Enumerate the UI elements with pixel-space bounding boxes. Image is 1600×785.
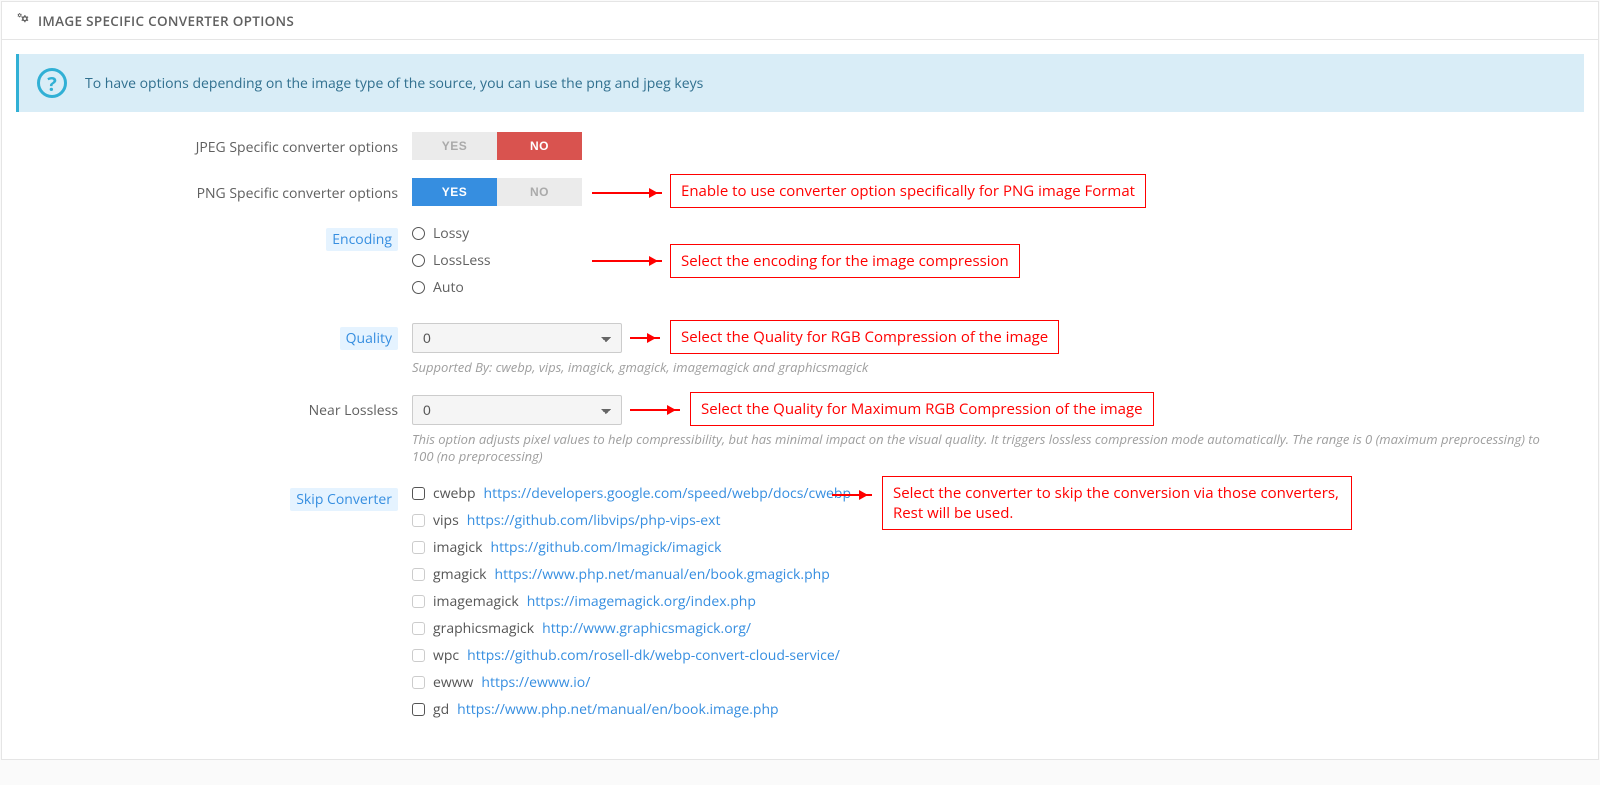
skip-label: Skip Converter — [290, 488, 398, 511]
png-yes-button[interactable]: YES — [412, 178, 497, 206]
converter-link[interactable]: https://imagemagick.org/index.php — [527, 592, 756, 611]
quality-select[interactable]: 0 — [412, 323, 622, 353]
encoding-auto[interactable]: Auto — [412, 278, 1584, 297]
converter-name: wpc — [433, 646, 459, 665]
jpeg-row: JPEG Specific converter options YES NO — [16, 132, 1584, 160]
panel-body: ? To have options depending on the image… — [2, 40, 1598, 759]
converter-link[interactable]: https://ewww.io/ — [481, 673, 590, 692]
info-text: To have options depending on the image t… — [85, 74, 703, 93]
jpeg-no-button[interactable]: NO — [497, 132, 582, 160]
skip-item: imagemagick https://imagemagick.org/index… — [412, 592, 1584, 611]
annotation-quality: Select the Quality for RGB Compression o… — [670, 320, 1059, 354]
checkbox — [412, 622, 425, 635]
converter-link[interactable]: https://github.com/libvips/php-vips-ext — [467, 511, 721, 530]
quality-label: Quality — [340, 327, 398, 350]
panel-title: IMAGE SPECIFIC CONVERTER OPTIONS — [38, 12, 294, 30]
quality-row: Quality 0 Supported By: cwebp, vips, ima… — [16, 323, 1584, 377]
checkbox[interactable] — [412, 703, 425, 716]
png-toggle[interactable]: YES NO — [412, 178, 582, 206]
jpeg-yes-button[interactable]: YES — [412, 132, 497, 160]
info-box: ? To have options depending on the image… — [16, 54, 1584, 112]
panel-header: IMAGE SPECIFIC CONVERTER OPTIONS — [2, 2, 1598, 40]
checkbox — [412, 676, 425, 689]
near-lossless-hint: This option adjusts pixel values to help… — [412, 431, 1552, 466]
checkbox — [412, 649, 425, 662]
radio-icon — [412, 281, 425, 294]
converter-name: gd — [433, 700, 449, 719]
skip-item: wpc https://github.com/rosell-dk/webp-con… — [412, 646, 1584, 665]
skip-item: imagick https://github.com/Imagick/imagic… — [412, 538, 1584, 557]
skip-item: graphicsmagick http://www.graphicsmagick.… — [412, 619, 1584, 638]
jpeg-label: JPEG Specific converter options — [16, 132, 412, 157]
annotation-encoding: Select the encoding for the image compre… — [670, 244, 1020, 278]
checkbox[interactable] — [412, 487, 425, 500]
converter-name: graphicsmagick — [433, 619, 534, 638]
arrow-icon — [630, 337, 660, 339]
converter-link[interactable]: https://www.php.net/manual/en/book.image… — [457, 700, 778, 719]
converter-link[interactable]: https://www.php.net/manual/en/book.gmagi… — [495, 565, 830, 584]
annotation-near-lossless: Select the Quality for Maximum RGB Compr… — [690, 392, 1154, 426]
annotation-png: Enable to use converter option specifica… — [670, 174, 1146, 208]
near-lossless-label: Near Lossless — [16, 395, 412, 420]
gears-icon — [17, 11, 32, 30]
encoding-label: Encoding — [326, 228, 398, 251]
near-lossless-row: Near Lossless 0 This option adjusts pixe… — [16, 395, 1584, 466]
jpeg-toggle[interactable]: YES NO — [412, 132, 582, 160]
converter-link[interactable]: https://github.com/rosell-dk/webp-conver… — [467, 646, 840, 665]
arrow-icon — [832, 494, 872, 496]
arrow-icon — [592, 260, 662, 262]
skip-item: ewww https://ewww.io/ — [412, 673, 1584, 692]
skip-item: gd https://www.php.net/manual/en/book.ima… — [412, 700, 1584, 719]
converter-link[interactable]: https://developers.google.com/speed/webp… — [484, 484, 852, 503]
skip-item: gmagick https://www.php.net/manual/en/boo… — [412, 565, 1584, 584]
near-lossless-select[interactable]: 0 — [412, 395, 622, 425]
encoding-lossy[interactable]: Lossy — [412, 224, 1584, 243]
arrow-icon — [592, 192, 662, 194]
settings-panel: IMAGE SPECIFIC CONVERTER OPTIONS ? To ha… — [1, 1, 1599, 760]
converter-name: gmagick — [433, 565, 487, 584]
checkbox — [412, 568, 425, 581]
converter-name: cwebp — [433, 484, 476, 503]
converter-name: vips — [433, 511, 459, 530]
checkbox — [412, 514, 425, 527]
converter-name: imagemagick — [433, 592, 519, 611]
png-row: PNG Specific converter options YES NO En… — [16, 178, 1584, 206]
annotation-skip: Select the converter to skip the convers… — [882, 476, 1352, 530]
skip-row: Skip Converter Select the converter to s… — [16, 484, 1584, 727]
converter-link[interactable]: http://www.graphicsmagick.org/ — [542, 619, 751, 638]
checkbox — [412, 541, 425, 554]
png-no-button[interactable]: NO — [497, 178, 582, 206]
radio-icon — [412, 227, 425, 240]
question-icon: ? — [37, 68, 67, 98]
png-label: PNG Specific converter options — [16, 178, 412, 203]
radio-icon — [412, 254, 425, 267]
encoding-row: Encoding Lossy LossLess Auto Select the … — [16, 224, 1584, 305]
checkbox — [412, 595, 425, 608]
converter-name: imagick — [433, 538, 482, 557]
converter-name: ewww — [433, 673, 473, 692]
quality-hint: Supported By: cwebp, vips, imagick, gmag… — [412, 359, 1552, 377]
arrow-icon — [630, 409, 680, 411]
converter-link[interactable]: https://github.com/Imagick/imagick — [490, 538, 721, 557]
